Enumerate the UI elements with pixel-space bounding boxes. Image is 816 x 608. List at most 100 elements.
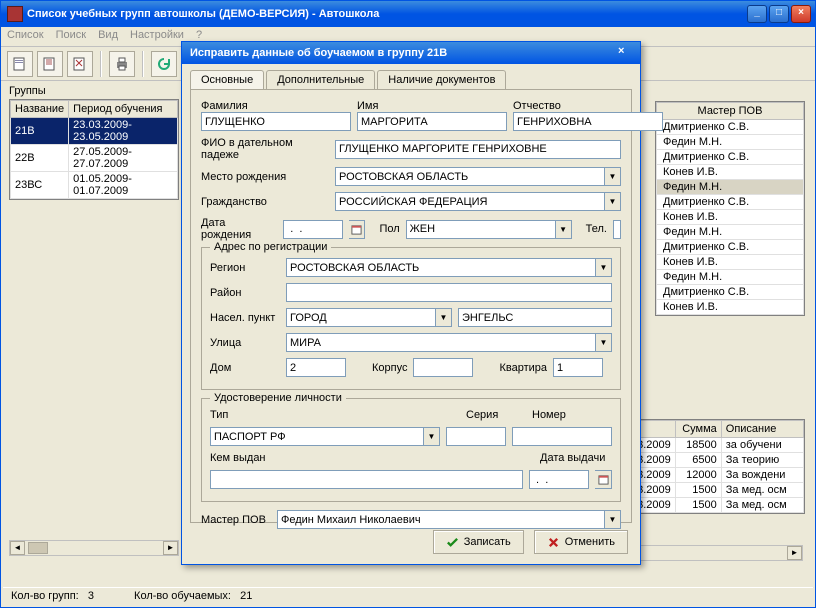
locality-type-input[interactable]: [286, 308, 435, 327]
menu-list[interactable]: Список: [7, 29, 44, 44]
payments-col-sum[interactable]: Сумма: [675, 421, 721, 438]
chevron-down-icon[interactable]: ▼: [595, 333, 612, 352]
name-input[interactable]: [357, 112, 507, 131]
table-row[interactable]: Федин М.Н.: [657, 225, 804, 240]
registration-group: Адрес по регистрации Регион ▼ Район Насе…: [201, 247, 621, 390]
chevron-down-icon[interactable]: ▼: [435, 308, 452, 327]
issue-date-input[interactable]: [529, 470, 589, 489]
menu-settings[interactable]: Настройки: [130, 29, 184, 44]
dialog-close-button[interactable]: ×: [618, 45, 636, 61]
payments-scroll-h[interactable]: ◄ ►: [623, 545, 803, 561]
toolbar-refresh-icon[interactable]: [151, 51, 177, 77]
issued-by-input[interactable]: [210, 470, 523, 489]
table-row[interactable]: Федин М.Н.: [657, 270, 804, 285]
region-input[interactable]: [286, 258, 595, 277]
surname-input[interactable]: [201, 112, 351, 131]
chevron-down-icon[interactable]: ▼: [604, 167, 621, 186]
scroll-right-icon[interactable]: ►: [163, 541, 178, 555]
locality-input[interactable]: [458, 308, 612, 327]
calendar-icon[interactable]: [349, 220, 365, 239]
save-button-label: Записать: [464, 536, 511, 548]
chevron-down-icon[interactable]: ▼: [555, 220, 572, 239]
label-building: Корпус: [372, 362, 407, 374]
master-input[interactable]: [277, 510, 604, 529]
toolbar-print-icon[interactable]: [109, 51, 135, 77]
building-input[interactable]: [413, 358, 473, 377]
table-row[interactable]: Дмитриенко С.В.: [657, 240, 804, 255]
scroll-thumb[interactable]: [28, 542, 48, 554]
apt-input[interactable]: [553, 358, 603, 377]
table-row[interactable]: 03.20091500За мед. осм: [627, 498, 804, 513]
masters-header[interactable]: Мастер ПОВ: [657, 103, 804, 120]
label-master: Мастер ПОВ: [201, 514, 271, 526]
sex-input[interactable]: [406, 220, 555, 239]
scroll-left-icon[interactable]: ◄: [10, 541, 25, 555]
street-input[interactable]: [286, 333, 595, 352]
menu-search[interactable]: Поиск: [56, 29, 86, 44]
table-row[interactable]: Федин М.Н.: [657, 135, 804, 150]
birthplace-input[interactable]: [335, 167, 604, 186]
payments-col-desc[interactable]: Описание: [721, 421, 803, 438]
toolbar-new-icon[interactable]: [7, 51, 33, 77]
table-row[interactable]: Дмитриенко С.В.: [657, 150, 804, 165]
table-row[interactable]: Дмитриенко С.В.: [657, 195, 804, 210]
table-row[interactable]: Дмитриенко С.В.: [657, 120, 804, 135]
table-row[interactable]: 03.20096500За теорию: [627, 453, 804, 468]
groups-scroll-h[interactable]: ◄ ►: [9, 540, 179, 556]
close-button[interactable]: ×: [791, 5, 811, 23]
table-row[interactable]: Дмитриенко С.В.: [657, 285, 804, 300]
district-input[interactable]: [286, 283, 612, 302]
phone-input[interactable]: [613, 220, 621, 239]
maximize-button[interactable]: □: [769, 5, 789, 23]
chevron-down-icon[interactable]: ▼: [604, 192, 621, 211]
calendar-icon[interactable]: [595, 470, 612, 489]
save-button[interactable]: Записать: [433, 530, 524, 554]
chevron-down-icon[interactable]: ▼: [604, 510, 621, 529]
groups-col-name[interactable]: Название: [11, 101, 69, 118]
fio-dative-input[interactable]: [335, 140, 621, 159]
patronymic-input[interactable]: [513, 112, 663, 131]
toolbar-edit-icon[interactable]: [37, 51, 63, 77]
tab-extra[interactable]: Дополнительные: [266, 70, 375, 89]
groups-grid[interactable]: Название Период обучения 21В 23.03.2009-…: [9, 99, 179, 200]
tab-docs[interactable]: Наличие документов: [377, 70, 506, 89]
table-row[interactable]: Федин М.Н.: [657, 180, 804, 195]
table-row[interactable]: Конев И.В.: [657, 255, 804, 270]
tab-main[interactable]: Основные: [190, 70, 264, 89]
table-row[interactable]: Конев И.В.: [657, 210, 804, 225]
groups-col-period[interactable]: Период обучения: [69, 101, 178, 118]
dialog-title: Исправить данные об боучаемом в группу 2…: [190, 47, 618, 59]
groups-row[interactable]: 21В 23.03.2009-23.05.2009: [11, 118, 178, 145]
groups-row[interactable]: 23ВС 01.05.2009-01.07.2009: [11, 172, 178, 199]
citizenship-input[interactable]: [335, 192, 604, 211]
menu-view[interactable]: Вид: [98, 29, 118, 44]
tab-body: Фамилия Имя Отчество ФИО в дательном пад…: [190, 89, 632, 523]
table-row[interactable]: 03.200912000За вождени: [627, 468, 804, 483]
id-type-input[interactable]: [210, 427, 423, 446]
label-id-number: Номер: [532, 409, 612, 421]
main-window: Список учебных групп автошколы (ДЕМО-ВЕР…: [0, 0, 816, 608]
table-row[interactable]: Конев И.В.: [657, 165, 804, 180]
label-surname: Фамилия: [201, 100, 351, 112]
label-id-type: Тип: [210, 409, 240, 421]
dialog-titlebar: Исправить данные об боучаемом в группу 2…: [182, 42, 640, 64]
id-number-input[interactable]: [512, 427, 612, 446]
groups-row[interactable]: 22В 27.05.2009-27.07.2009: [11, 145, 178, 172]
label-locality: Насел. пункт: [210, 312, 280, 324]
table-row[interactable]: 03.20091500За мед. осм: [627, 483, 804, 498]
table-row[interactable]: Конев И.В.: [657, 300, 804, 315]
toolbar-delete-icon[interactable]: [67, 51, 93, 77]
registration-group-title: Адрес по регистрации: [210, 241, 331, 253]
label-house: Дом: [210, 362, 280, 374]
house-input[interactable]: [286, 358, 346, 377]
id-series-input[interactable]: [446, 427, 506, 446]
masters-grid[interactable]: Мастер ПОВ Дмитриенко С.В. Федин М.Н. Дм…: [655, 101, 805, 316]
birthdate-input[interactable]: [283, 220, 343, 239]
table-row[interactable]: 03.200918500за обучени: [627, 438, 804, 453]
cancel-button[interactable]: Отменить: [534, 530, 628, 554]
minimize-button[interactable]: _: [747, 5, 767, 23]
chevron-down-icon[interactable]: ▼: [423, 427, 440, 446]
payments-grid[interactable]: Сумма Описание 03.200918500за обучени 03…: [625, 419, 805, 514]
chevron-down-icon[interactable]: ▼: [595, 258, 612, 277]
scroll-right-icon[interactable]: ►: [787, 546, 802, 560]
